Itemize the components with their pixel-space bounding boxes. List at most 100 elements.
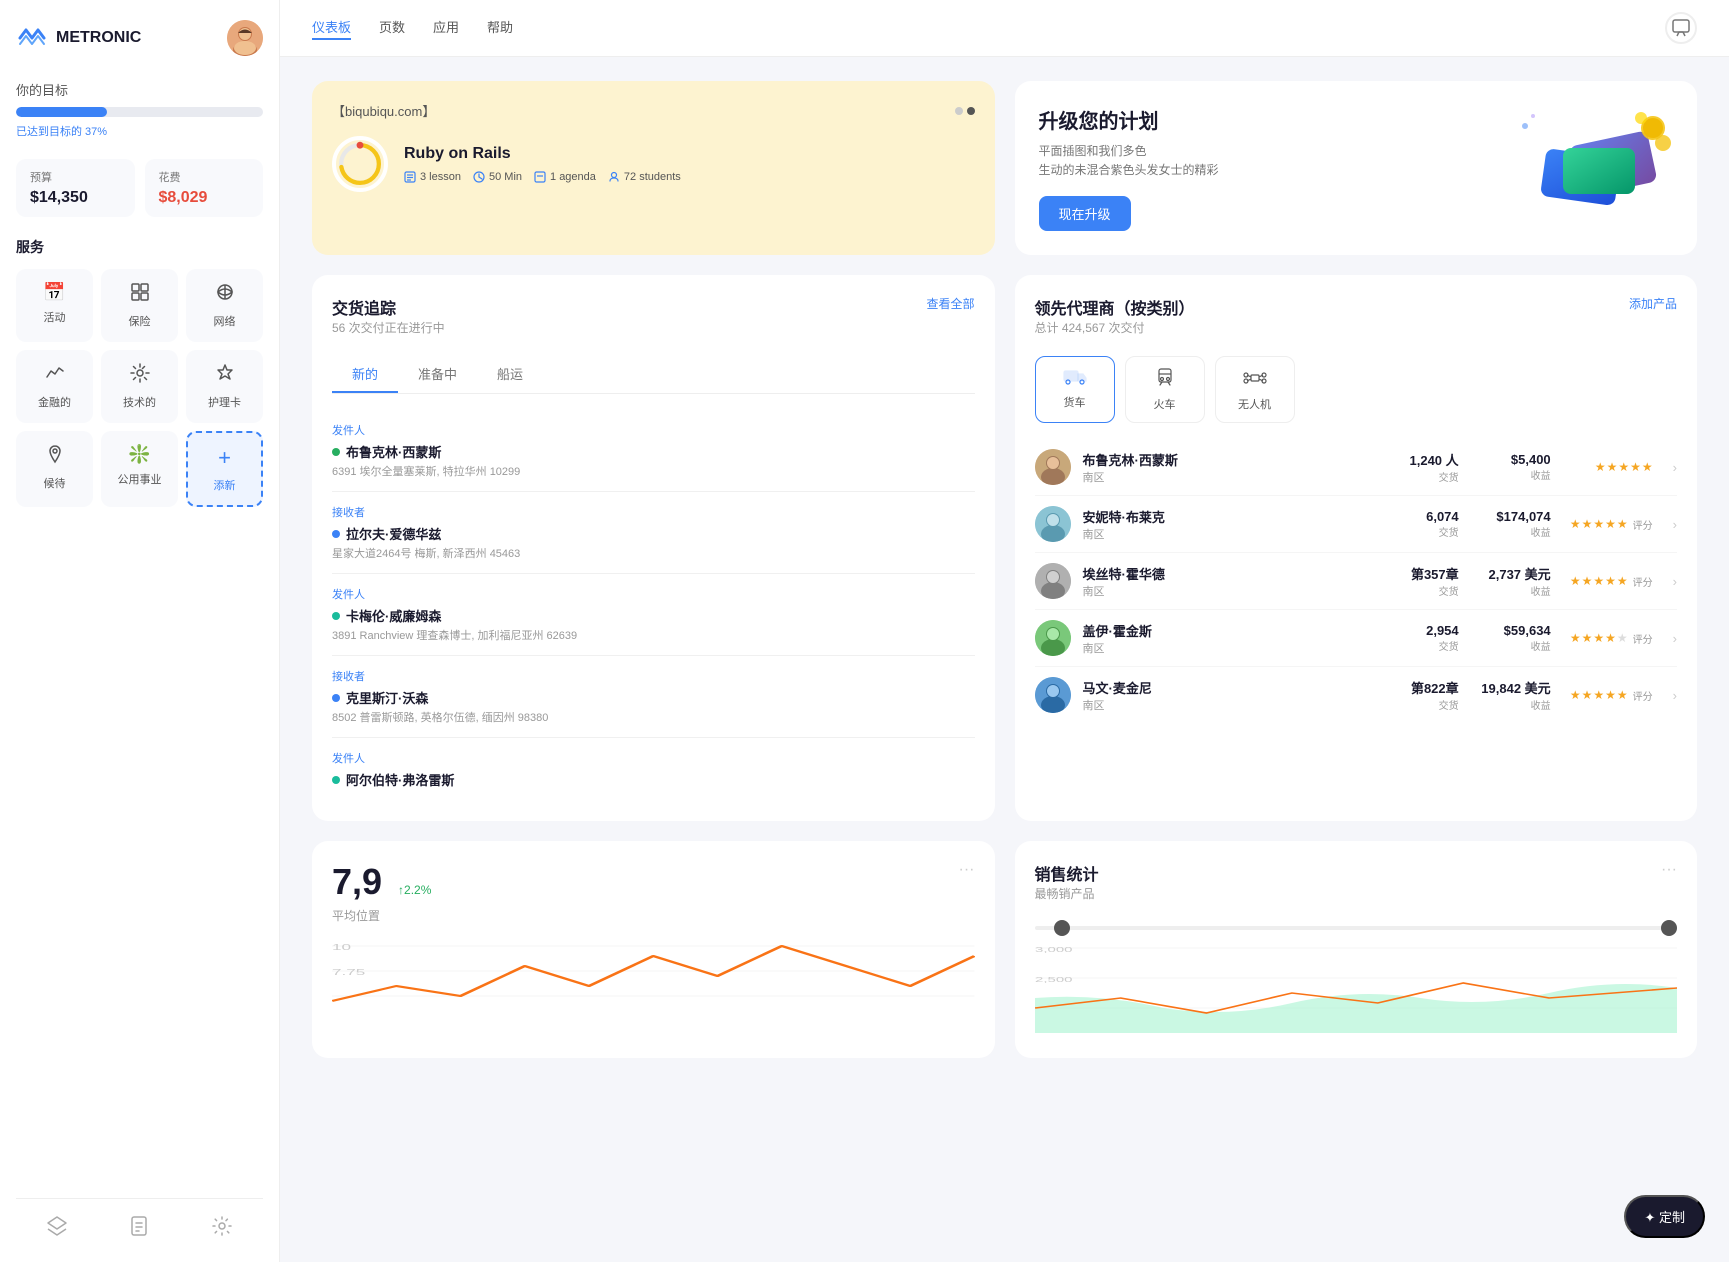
range-thumb-right[interactable]: [1661, 920, 1677, 936]
logo-icon: [16, 26, 48, 50]
budget-card: 预算 $14,350: [16, 159, 135, 217]
cat-tab-drone[interactable]: 无人机: [1215, 356, 1295, 423]
agent-avatar: [1035, 449, 1071, 485]
service-nursing[interactable]: 护理卡: [186, 350, 263, 423]
sales-title: 销售统计: [1035, 861, 1099, 885]
tab-shipping[interactable]: 船运: [477, 356, 543, 393]
tab-preparing[interactable]: 准备中: [398, 356, 477, 393]
sales-more-icon[interactable]: ···: [1661, 861, 1677, 879]
truck-label: 货车: [1064, 394, 1086, 410]
network-icon: [215, 282, 235, 307]
nav-right: [1665, 12, 1697, 44]
delivery-address: 8502 普雷斯顿路, 英格尔伍德, 缅因州 98380: [332, 709, 975, 725]
logo: METRONIC: [16, 26, 141, 50]
nav-dashboard[interactable]: 仪表板: [312, 17, 351, 40]
nav-apps[interactable]: 应用: [433, 17, 459, 40]
nursing-icon: [215, 363, 235, 388]
main-content: 仪表板 页数 应用 帮助 【biqubiqu.com】: [280, 0, 1729, 1262]
agent-arrow-icon[interactable]: ›: [1673, 460, 1677, 475]
service-tech[interactable]: 技术的: [101, 350, 178, 423]
agent-revenue: 19,842 美元 收益: [1471, 678, 1551, 712]
service-add[interactable]: + 添新: [186, 431, 263, 507]
cat-tab-truck[interactable]: 货车: [1035, 356, 1115, 423]
range-slider-container: [1035, 926, 1678, 930]
range-thumb-left[interactable]: [1054, 920, 1070, 936]
drone-label: 无人机: [1238, 396, 1271, 412]
course-dots: [955, 107, 975, 115]
expense-value: $8,029: [159, 189, 250, 207]
delivery-items: 发件人 布鲁克林·西蒙斯 6391 埃尔全量塞莱斯, 特拉华州 10299 接收…: [332, 410, 975, 801]
course-url: 【biqubiqu.com】: [332, 101, 435, 120]
service-reception[interactable]: 候待: [16, 431, 93, 507]
service-finance[interactable]: 金融的: [16, 350, 93, 423]
service-activity[interactable]: 📅 活动: [16, 269, 93, 342]
upgrade-button[interactable]: 现在升级: [1039, 196, 1131, 231]
progress-fill: [16, 107, 107, 117]
chat-icon[interactable]: [1665, 12, 1697, 44]
agent-revenue: $59,634 收益: [1471, 623, 1551, 653]
service-finance-label: 金融的: [38, 394, 71, 410]
train-icon: [1155, 367, 1175, 392]
agent-list: 布鲁克林·西蒙斯 南区 1,240 人 交货 $5,400 收益 ★★★★★ ›: [1035, 439, 1678, 723]
upgrade-title: 升级您的计划: [1039, 105, 1514, 134]
agents-header: 领先代理商（按类别） 总计 424,567 次交付 添加产品: [1035, 295, 1678, 352]
agent-info: 马文·麦金尼 南区: [1083, 678, 1377, 713]
agent-arrow-icon[interactable]: ›: [1673, 574, 1677, 589]
delivery-card: 交货追踪 56 次交付正在进行中 查看全部 新的 准备中 船运 发件人 布鲁克林…: [312, 275, 995, 821]
sidebar-header: METRONIC: [16, 20, 263, 56]
agents-subtitle: 总计 424,567 次交付: [1035, 319, 1195, 336]
service-public-label: 公用事业: [118, 471, 162, 487]
delivery-item: 接收者 拉尔夫·爱德华兹 星家大道2464号 梅斯, 新泽西州 45463: [332, 492, 975, 574]
delivery-role: 发件人: [332, 750, 975, 766]
course-agenda: 1 agenda: [534, 171, 596, 183]
delivery-role: 发件人: [332, 586, 975, 602]
public-icon: ❇️: [128, 444, 150, 465]
service-network[interactable]: 网络: [186, 269, 263, 342]
upgrade-card: 升级您的计划 平面插图和我们多色生动的未混合紫色头发女士的精彩 现在升级: [1015, 81, 1698, 255]
svg-text:3,000: 3,000: [1035, 946, 1073, 954]
delivery-title: 交货追踪 56 次交付正在进行中: [332, 295, 445, 352]
nav-help[interactable]: 帮助: [487, 17, 513, 40]
goal-label: 你的目标: [16, 80, 263, 99]
stats-more-icon[interactable]: ···: [959, 861, 975, 879]
agent-revenue: $174,074 收益: [1471, 509, 1551, 539]
course-info: Ruby on Rails 3 lesson 50 Min 1 agend: [404, 145, 975, 183]
dot-active: [967, 107, 975, 115]
delivery-address: 6391 埃尔全量塞莱斯, 特拉华州 10299: [332, 463, 975, 479]
agent-info: 埃丝特·霍华德 南区: [1083, 564, 1377, 599]
progress-bar: [16, 107, 263, 117]
goal-section: 你的目标 已达到目标的 37%: [16, 80, 263, 139]
agent-arrow-icon[interactable]: ›: [1673, 517, 1677, 532]
truck-icon: [1063, 367, 1087, 390]
file-icon[interactable]: [128, 1215, 150, 1242]
service-public[interactable]: ❇️ 公用事业: [101, 431, 178, 507]
settings-icon[interactable]: [211, 1215, 233, 1242]
course-card: 【biqubiqu.com】 Ruby on Rails: [312, 81, 995, 255]
cat-tab-train[interactable]: 火车: [1125, 356, 1205, 423]
customize-button[interactable]: ✦ 定制: [1624, 1195, 1705, 1238]
agent-revenue: $5,400 收益: [1471, 452, 1551, 482]
delivery-item: 发件人 布鲁克林·西蒙斯 6391 埃尔全量塞莱斯, 特拉华州 10299: [332, 410, 975, 492]
layers-icon[interactable]: [46, 1215, 68, 1242]
delivery-name: 拉尔夫·爱德华兹: [332, 524, 975, 543]
tab-new[interactable]: 新的: [332, 356, 398, 393]
services-label: 服务: [16, 237, 263, 257]
content-grid: 【biqubiqu.com】 Ruby on Rails: [280, 57, 1729, 1262]
course-duration: 50 Min: [473, 171, 522, 183]
course-lessons: 3 lesson: [404, 171, 461, 183]
service-insurance[interactable]: 保险: [101, 269, 178, 342]
range-track: [1035, 926, 1678, 930]
delivery-name: 阿尔伯特·弗洛雷斯: [332, 770, 975, 789]
nav-pages[interactable]: 页数: [379, 17, 405, 40]
lessons-icon: [404, 171, 416, 183]
agent-arrow-icon[interactable]: ›: [1673, 631, 1677, 646]
delivery-view-all[interactable]: 查看全部: [926, 295, 974, 312]
location-dot-green: [332, 448, 340, 456]
upgrade-content: 升级您的计划 平面插图和我们多色生动的未混合紫色头发女士的精彩 现在升级: [1039, 105, 1514, 231]
nav-links: 仪表板 页数 应用 帮助: [312, 17, 513, 40]
agent-arrow-icon[interactable]: ›: [1673, 688, 1677, 703]
delivery-item: 接收者 克里斯汀·沃森 8502 普雷斯顿路, 英格尔伍德, 缅因州 98380: [332, 656, 975, 738]
expense-label: 花费: [159, 169, 250, 185]
agent-transactions: 6,074 交货: [1389, 509, 1459, 539]
add-product-button[interactable]: 添加产品: [1629, 295, 1677, 312]
